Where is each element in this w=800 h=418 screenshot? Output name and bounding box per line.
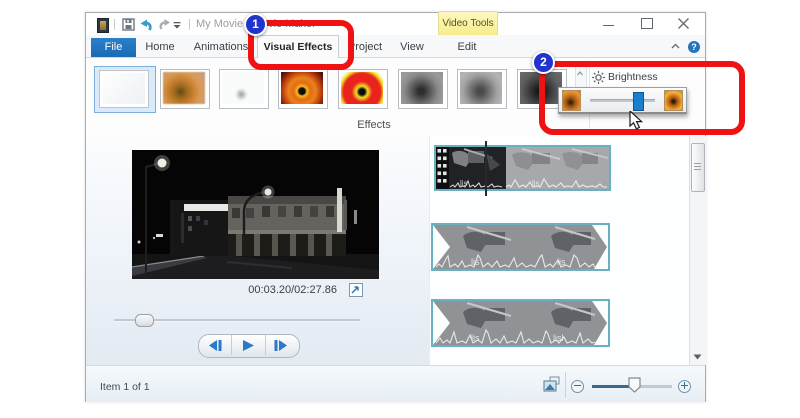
- svg-text:lis: lis: [471, 257, 480, 267]
- svg-text:lis: lis: [471, 333, 480, 343]
- svg-text:lis: lis: [532, 179, 540, 188]
- svg-text:lisl: lisl: [553, 333, 564, 343]
- svg-text:lis: lis: [557, 257, 566, 267]
- svg-text:lis: lis: [460, 179, 468, 188]
